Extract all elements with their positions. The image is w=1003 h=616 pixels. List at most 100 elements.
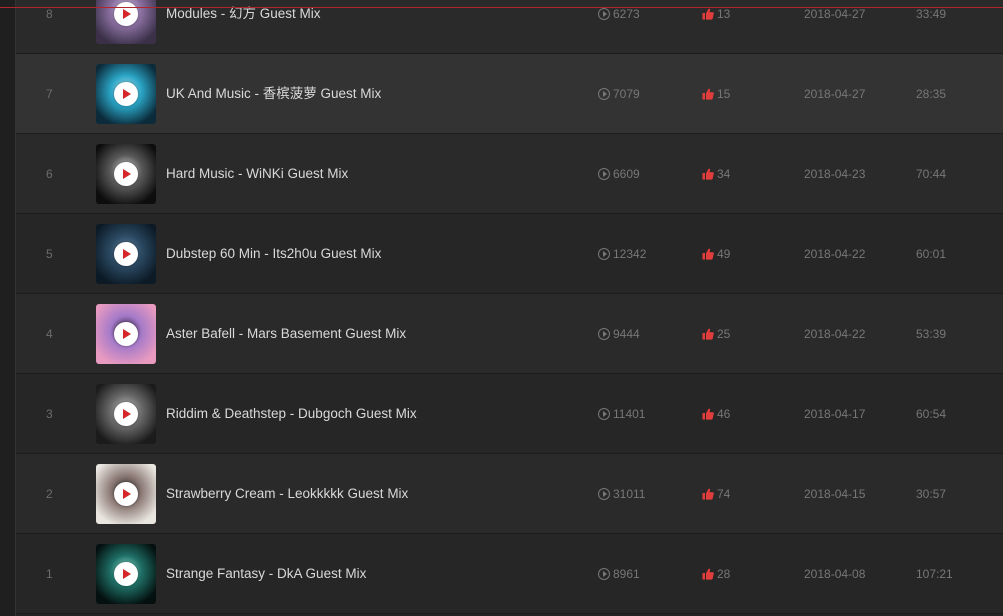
- track-index: 6: [46, 167, 53, 181]
- play-count-value: 11401: [613, 407, 646, 421]
- thumbs-up-icon: [702, 376, 714, 456]
- play-button-icon[interactable]: [114, 242, 138, 266]
- track-row[interactable]: 3 Riddim & Deathstep - Dubgoch Guest Mix…: [16, 374, 1003, 454]
- track-index: 1: [46, 567, 53, 581]
- like-count[interactable]: 13: [702, 0, 730, 56]
- like-count[interactable]: 25: [702, 294, 730, 376]
- play-count: 8961: [598, 534, 640, 614]
- track-title[interactable]: UK And Music - 香槟菠萝 Guest Mix: [166, 54, 381, 134]
- play-count-value: 7079: [613, 87, 640, 101]
- track-title[interactable]: Modules - 幻方 Guest Mix: [166, 0, 321, 54]
- play-count-value: 9444: [613, 327, 640, 341]
- like-count-value: 46: [717, 407, 731, 421]
- release-date: 2018-04-15: [804, 487, 866, 501]
- like-count[interactable]: 49: [702, 214, 730, 296]
- play-circle-icon: [598, 88, 610, 100]
- track-index: 4: [46, 327, 53, 341]
- play-count: 6273: [598, 0, 640, 54]
- track-title[interactable]: Strange Fantasy - DkA Guest Mix: [166, 534, 366, 614]
- track-index: 2: [46, 487, 53, 501]
- track-duration: 70:44: [916, 167, 947, 181]
- track-index: 3: [46, 407, 53, 421]
- play-button-icon[interactable]: [114, 162, 138, 186]
- track-row[interactable]: 1 Strange Fantasy - DkA Guest Mix 8961 2…: [16, 534, 1003, 614]
- track-row[interactable]: 8 Modules - 幻方 Guest Mix 6273 13 2018-04…: [16, 0, 1003, 54]
- thumbs-up-icon: [702, 136, 714, 216]
- release-date: 2018-04-27: [804, 87, 866, 101]
- like-count[interactable]: 34: [702, 134, 730, 216]
- track-index: 8: [46, 7, 53, 21]
- track-row[interactable]: 2 Strawberry Cream - Leokkkkk Guest Mix …: [16, 454, 1003, 534]
- play-count: 7079: [598, 54, 640, 134]
- like-count-value: 74: [717, 487, 731, 501]
- like-count[interactable]: 74: [702, 454, 730, 536]
- track-title[interactable]: Aster Bafell - Mars Basement Guest Mix: [166, 294, 406, 374]
- track-cover[interactable]: [96, 464, 156, 524]
- release-date: 2018-04-22: [804, 327, 866, 341]
- play-count: 9444: [598, 294, 640, 374]
- track-title[interactable]: Strawberry Cream - Leokkkkk Guest Mix: [166, 454, 408, 534]
- track-duration: 53:39: [916, 327, 947, 341]
- track-duration: 33:49: [916, 7, 947, 21]
- top-accent-line: [0, 7, 1003, 8]
- track-title[interactable]: Riddim & Deathstep - Dubgoch Guest Mix: [166, 374, 417, 454]
- like-count[interactable]: 15: [702, 54, 730, 136]
- play-circle-icon: [598, 8, 610, 20]
- release-date: 2018-04-27: [804, 7, 866, 21]
- like-count[interactable]: 46: [702, 374, 730, 456]
- thumbs-up-icon: [702, 216, 714, 296]
- track-row[interactable]: 4 Aster Bafell - Mars Basement Guest Mix…: [16, 294, 1003, 374]
- thumbs-up-icon: [702, 0, 714, 56]
- track-cover[interactable]: [96, 384, 156, 444]
- like-count-value: 28: [717, 567, 731, 581]
- like-count-value: 15: [717, 87, 731, 101]
- play-count: 6609: [598, 134, 640, 214]
- track-cover[interactable]: [96, 304, 156, 364]
- thumbs-up-icon: [702, 536, 714, 616]
- release-date: 2018-04-08: [804, 567, 866, 581]
- play-count: 12342: [598, 214, 646, 294]
- play-button-icon[interactable]: [114, 82, 138, 106]
- track-duration: 28:35: [916, 87, 947, 101]
- thumbs-up-icon: [702, 296, 714, 376]
- track-row[interactable]: 5 Dubstep 60 Min - Its2h0u Guest Mix 123…: [16, 214, 1003, 294]
- play-button-icon[interactable]: [114, 402, 138, 426]
- play-button-icon[interactable]: [114, 2, 138, 26]
- thumbs-up-icon: [702, 456, 714, 536]
- track-title[interactable]: Dubstep 60 Min - Its2h0u Guest Mix: [166, 214, 381, 294]
- play-count-value: 12342: [613, 247, 647, 261]
- release-date: 2018-04-22: [804, 247, 866, 261]
- play-count: 31011: [598, 454, 645, 534]
- play-circle-icon: [598, 488, 610, 500]
- play-count-value: 31011: [613, 487, 646, 501]
- play-count: 11401: [598, 374, 645, 454]
- play-circle-icon: [598, 328, 610, 340]
- play-button-icon[interactable]: [114, 482, 138, 506]
- track-duration: 60:01: [916, 247, 947, 261]
- like-count-value: 13: [717, 7, 731, 21]
- release-date: 2018-04-23: [804, 167, 866, 181]
- track-row[interactable]: 6 Hard Music - WiNKi Guest Mix 6609 34 2…: [16, 134, 1003, 214]
- play-circle-icon: [598, 248, 610, 260]
- track-cover[interactable]: [96, 224, 156, 284]
- left-panel-edge: [0, 0, 16, 616]
- play-count-value: 6609: [613, 167, 640, 181]
- play-circle-icon: [598, 168, 610, 180]
- play-button-icon[interactable]: [114, 322, 138, 346]
- track-index: 7: [46, 87, 53, 101]
- track-title[interactable]: Hard Music - WiNKi Guest Mix: [166, 134, 348, 214]
- track-cover[interactable]: [96, 544, 156, 604]
- release-date: 2018-04-17: [804, 407, 866, 421]
- like-count[interactable]: 28: [702, 534, 730, 616]
- like-count-value: 49: [717, 247, 731, 261]
- track-row[interactable]: 7 UK And Music - 香槟菠萝 Guest Mix 7079 15 …: [16, 54, 1003, 134]
- thumbs-up-icon: [702, 56, 714, 136]
- play-count-value: 6273: [613, 7, 640, 21]
- track-duration: 30:57: [916, 487, 947, 501]
- track-cover[interactable]: [96, 64, 156, 124]
- like-count-value: 34: [717, 167, 731, 181]
- track-index: 5: [46, 247, 53, 261]
- track-cover[interactable]: [96, 144, 156, 204]
- play-circle-icon: [598, 408, 610, 420]
- play-button-icon[interactable]: [114, 562, 138, 586]
